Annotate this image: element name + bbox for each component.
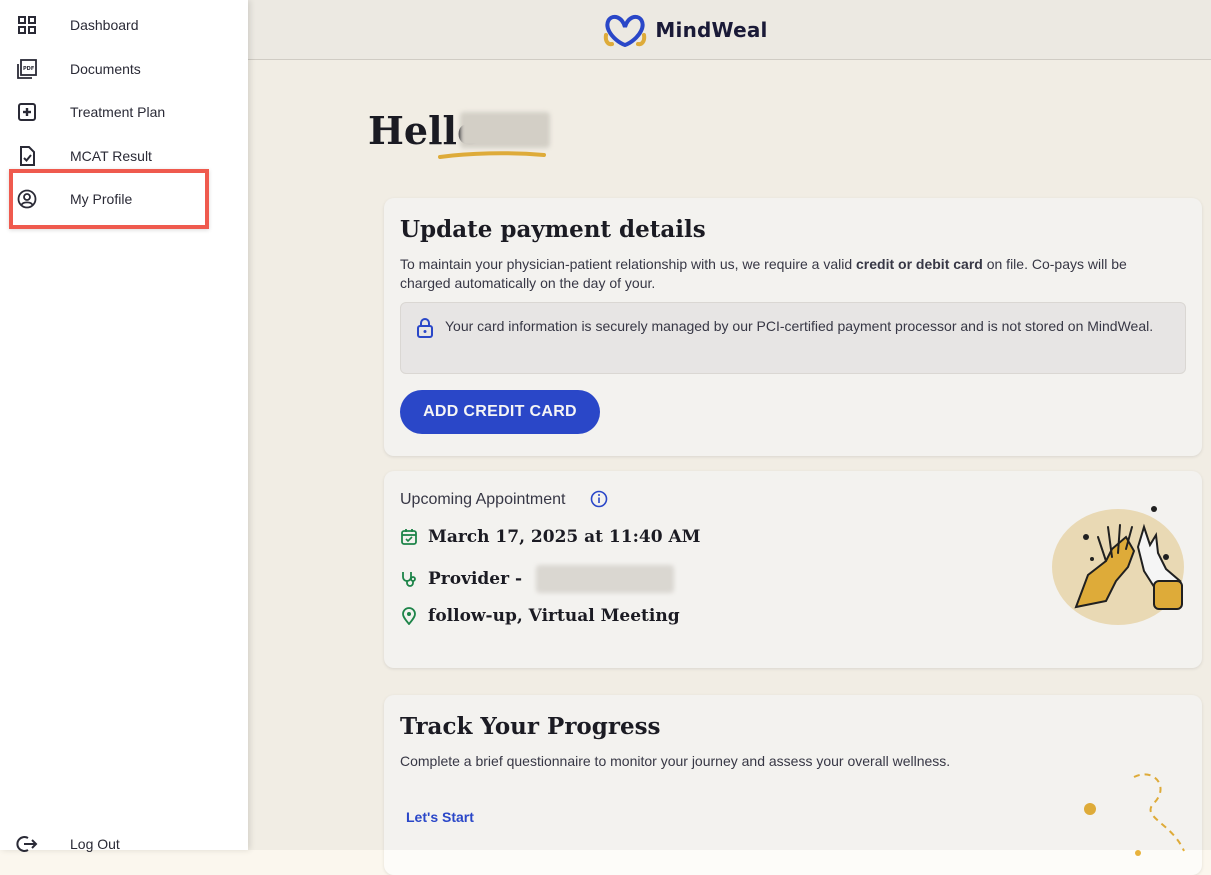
sidebar-backdrop[interactable] <box>248 0 1211 850</box>
sidebar-item-logout[interactable]: Log Out <box>0 824 248 864</box>
navigation-sidebar: Dashboard PDF Documents Treatment Plan M… <box>0 0 248 852</box>
my-profile-highlight-annotation <box>9 169 209 229</box>
sidebar-item-treatment-plan[interactable]: Treatment Plan <box>0 92 248 132</box>
sidebar-item-label: MCAT Result <box>70 148 152 164</box>
sidebar-item-label: Treatment Plan <box>70 104 166 120</box>
logout-icon <box>16 833 38 855</box>
clipboard-check-icon <box>16 145 38 167</box>
sidebar-item-label: Dashboard <box>70 17 139 33</box>
svg-text:PDF: PDF <box>23 66 34 72</box>
sidebar-item-documents[interactable]: PDF Documents <box>0 49 248 89</box>
sidebar-item-dashboard[interactable]: Dashboard <box>0 5 248 45</box>
dashboard-grid-icon <box>16 14 38 36</box>
sidebar-item-label: Documents <box>70 61 141 77</box>
plus-square-icon <box>16 101 38 123</box>
pdf-documents-icon: PDF <box>16 58 38 80</box>
